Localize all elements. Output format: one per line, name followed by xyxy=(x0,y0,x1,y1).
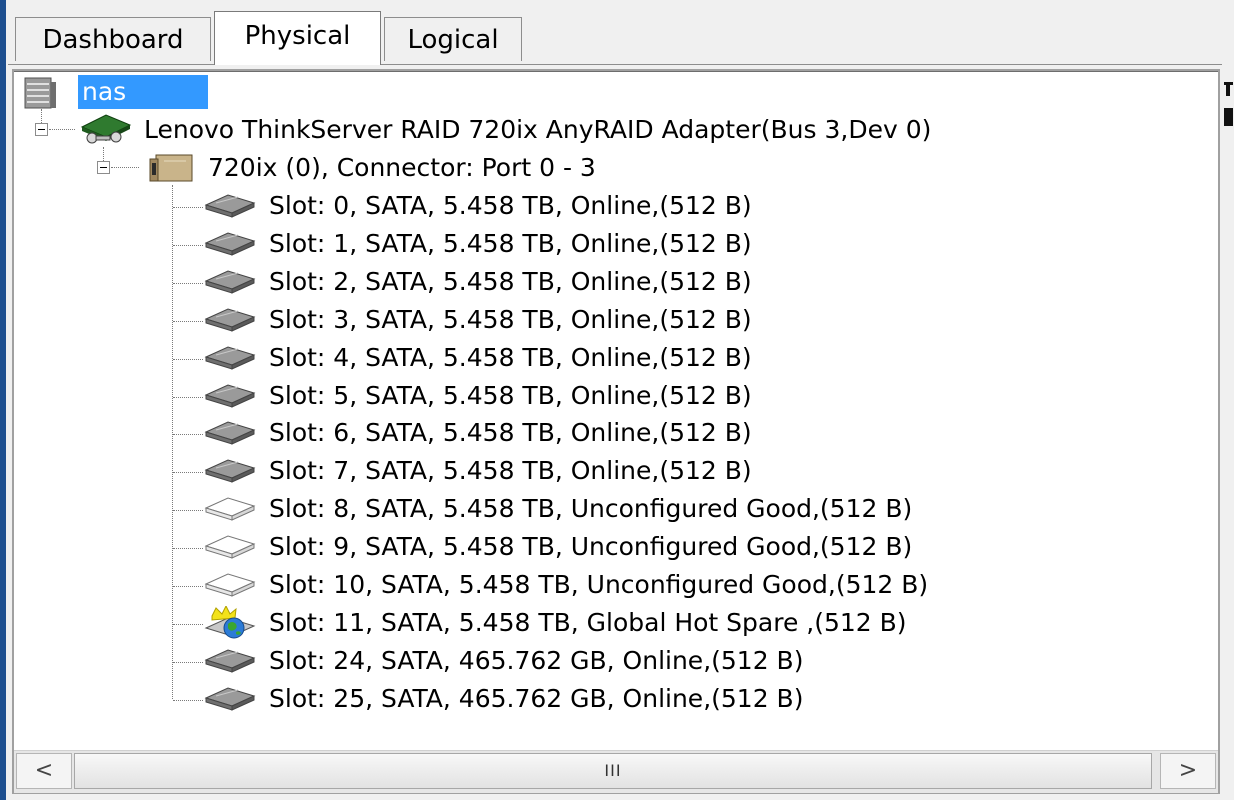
drive-label: Slot: 0, SATA, 5.458 TB, Online,(512 B) xyxy=(269,191,752,220)
drive-label: Slot: 10, SATA, 5.458 TB, Unconfigured G… xyxy=(269,570,929,599)
tree-node-drive[interactable]: Slot: 6, SATA, 5.458 TB, Online,(512 B) xyxy=(14,416,1194,452)
tree-node-nas[interactable]: nas xyxy=(78,75,208,109)
hot-spare-drive-icon xyxy=(204,606,256,639)
collapse-adapter-toggle[interactable] xyxy=(35,123,48,136)
tree-node-drive[interactable]: Slot: 25, SATA, 465.762 GB, Online,(512 … xyxy=(14,682,1194,718)
tab-dashboard[interactable]: Dashboard xyxy=(15,17,211,61)
unconfigured-drive-icon xyxy=(204,535,256,559)
drive-label: Slot: 3, SATA, 5.458 TB, Online,(512 B) xyxy=(269,305,752,334)
online-drive-icon xyxy=(204,346,256,370)
tree-node-connector[interactable]: 720ix (0), Connector: Port 0 - 3 xyxy=(208,151,596,185)
server-icon xyxy=(24,77,56,109)
horizontal-scrollbar[interactable]: < III > xyxy=(14,750,1218,793)
drive-label: Slot: 11, SATA, 5.458 TB, Global Hot Spa… xyxy=(269,608,907,637)
tab-logical[interactable]: Logical xyxy=(384,17,522,61)
online-drive-icon xyxy=(204,308,256,332)
scroll-left-button[interactable]: < xyxy=(16,753,72,789)
online-drive-icon xyxy=(204,459,256,483)
tree-node-drive[interactable]: Slot: 7, SATA, 5.458 TB, Online,(512 B) xyxy=(14,454,1194,490)
scroll-right-button[interactable]: > xyxy=(1160,753,1216,789)
drive-label: Slot: 8, SATA, 5.458 TB, Unconfigured Go… xyxy=(269,494,913,523)
tree-node-drive[interactable]: Slot: 9, SATA, 5.458 TB, Unconfigured Go… xyxy=(14,530,1194,566)
tree-node-drive[interactable]: Slot: 8, SATA, 5.458 TB, Unconfigured Go… xyxy=(14,492,1194,528)
tree-node-drive[interactable]: Slot: 10, SATA, 5.458 TB, Unconfigured G… xyxy=(14,568,1194,604)
online-drive-icon xyxy=(204,649,256,673)
online-drive-icon xyxy=(204,421,256,445)
online-drive-icon xyxy=(204,270,256,294)
online-drive-icon xyxy=(204,194,256,218)
tab-divider xyxy=(8,64,1222,65)
collapse-connector-toggle[interactable] xyxy=(97,161,110,174)
drive-label: Slot: 25, SATA, 465.762 GB, Online,(512 … xyxy=(269,684,804,713)
drive-label: Slot: 24, SATA, 465.762 GB, Online,(512 … xyxy=(269,646,804,675)
enclosure-icon xyxy=(149,154,193,182)
tree-node-drive[interactable]: Slot: 5, SATA, 5.458 TB, Online,(512 B) xyxy=(14,379,1194,415)
drive-label: Slot: 7, SATA, 5.458 TB, Online,(512 B) xyxy=(269,456,752,485)
drive-label: Slot: 6, SATA, 5.458 TB, Online,(512 B) xyxy=(269,418,752,447)
drive-label: Slot: 2, SATA, 5.458 TB, Online,(512 B) xyxy=(269,267,752,296)
tree-node-drive[interactable]: Slot: 4, SATA, 5.458 TB, Online,(512 B) xyxy=(14,341,1194,377)
online-drive-icon xyxy=(204,232,256,256)
drive-label: Slot: 9, SATA, 5.458 TB, Unconfigured Go… xyxy=(269,532,913,561)
unconfigured-drive-icon xyxy=(204,497,256,521)
pane-splitter-icon xyxy=(1224,82,1233,126)
tab-bar: Dashboard Physical Logical xyxy=(0,0,1234,66)
online-drive-icon xyxy=(204,687,256,711)
tree-node-drive[interactable]: Slot: 2, SATA, 5.458 TB, Online,(512 B) xyxy=(14,265,1194,301)
tab-physical[interactable]: Physical xyxy=(214,11,381,65)
raid-adapter-icon xyxy=(80,114,132,144)
tree-node-adapter[interactable]: Lenovo ThinkServer RAID 720ix AnyRAID Ad… xyxy=(144,113,931,147)
drive-label: Slot: 5, SATA, 5.458 TB, Online,(512 B) xyxy=(269,381,752,410)
physical-tree-view[interactable]: nas Lenovo ThinkServer RAID 720ix AnyRAI… xyxy=(12,69,1220,794)
tree-node-drive[interactable]: Slot: 1, SATA, 5.458 TB, Online,(512 B) xyxy=(14,227,1194,263)
tree-node-drive[interactable]: Slot: 0, SATA, 5.458 TB, Online,(512 B) xyxy=(14,189,1194,225)
unconfigured-drive-icon xyxy=(204,573,256,597)
tree-node-drive[interactable]: Slot: 3, SATA, 5.458 TB, Online,(512 B) xyxy=(14,303,1194,339)
scroll-thumb[interactable]: III xyxy=(74,753,1152,789)
tree-node-drive[interactable]: Slot: 24, SATA, 465.762 GB, Online,(512 … xyxy=(14,644,1194,680)
drive-label: Slot: 1, SATA, 5.458 TB, Online,(512 B) xyxy=(269,229,752,258)
tree-node-drive[interactable]: Slot: 11, SATA, 5.458 TB, Global Hot Spa… xyxy=(14,606,1194,642)
window-edge xyxy=(0,0,6,800)
online-drive-icon xyxy=(204,384,256,408)
drive-label: Slot: 4, SATA, 5.458 TB, Online,(512 B) xyxy=(269,343,752,372)
